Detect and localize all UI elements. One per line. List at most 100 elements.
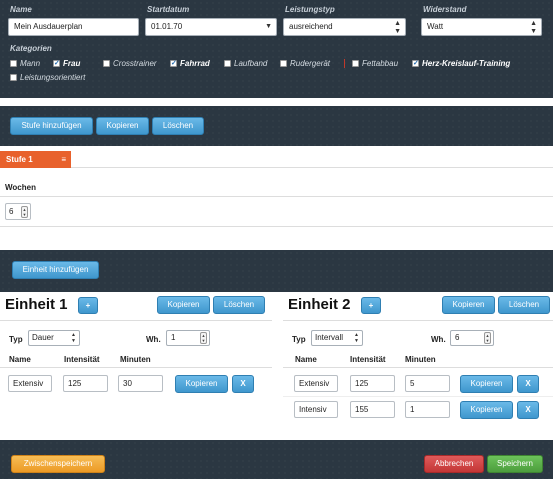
unit-1-delete-button[interactable]: Löschen — [213, 296, 265, 314]
unit-2-row-1-copy-button[interactable]: Kopieren — [460, 375, 513, 393]
weeks-label: Wochen — [5, 183, 36, 192]
stepper-arrows-icon[interactable]: ▲ ▼ — [200, 332, 207, 344]
updown-arrows-icon: ▲ ▼ — [71, 332, 76, 344]
checkbox-icon[interactable] — [10, 60, 17, 67]
add-stage-button[interactable]: Stufe hinzufügen — [10, 117, 93, 135]
list-icon[interactable]: ≡ — [61, 151, 66, 168]
stage-tab[interactable]: Stufe 1 ≡ — [0, 151, 71, 168]
checkbox-icon[interactable] — [352, 60, 359, 67]
check-icon[interactable]: ✓ — [53, 60, 60, 67]
unit-1-row-1-intensity[interactable]: 125 — [63, 375, 108, 392]
unit-2-row-rule — [283, 396, 553, 397]
checkbox-icon[interactable] — [103, 60, 110, 67]
add-unit-button[interactable]: Einheit hinzufügen — [12, 261, 99, 279]
unit-1-wh-label: Wh. — [146, 335, 161, 344]
unit-2-row-2-remove-button[interactable]: X — [517, 401, 539, 419]
unit-2-delete-button[interactable]: Löschen — [498, 296, 550, 314]
delete-stage-button[interactable]: Löschen — [152, 117, 204, 135]
unit-2-title: Einheit 2 — [288, 296, 351, 313]
checkbox-icon[interactable] — [280, 60, 287, 67]
stepper-arrows-icon[interactable]: ▲ ▼ — [21, 206, 28, 218]
resistance-value: Watt — [427, 22, 444, 31]
unit-2-wh-stepper[interactable]: 6 ▲ ▼ — [450, 330, 494, 346]
performance-type-select[interactable]: ausreichend ▲ ▼ — [283, 18, 406, 36]
unit-1-add-button[interactable]: + — [78, 297, 98, 314]
unit-1-cols-rule — [0, 367, 272, 368]
cancel-button[interactable]: Abbrechen — [424, 455, 484, 473]
unit-2-row-1-intensity[interactable]: 125 — [350, 375, 395, 392]
name-input[interactable]: Mein Ausdauerplan — [8, 18, 139, 36]
category-leistungsorientiert[interactable]: Leistungsorientiert — [10, 73, 85, 82]
start-date-value: 01.01.70 — [151, 22, 183, 31]
unit-2-cols-rule — [283, 367, 553, 368]
unit-2-type-value: Intervall — [315, 333, 344, 342]
unit-1-row-1-name[interactable]: Extensiv — [8, 375, 52, 392]
category-fahrrad[interactable]: ✓ Fahrrad — [170, 59, 210, 68]
category-frau[interactable]: ✓ Frau — [53, 59, 80, 68]
stage-panel: Stufe 1 ≡ Wochen 6 ▲ ▼ — [0, 146, 553, 250]
weeks-bottom-rule — [0, 226, 553, 227]
unit-1-wh-value: 1 — [171, 333, 176, 342]
unit-1-col-name: Name — [9, 355, 31, 364]
copy-stage-button[interactable]: Kopieren — [96, 117, 149, 135]
unit-1-type-select[interactable]: Dauer ▲ ▼ — [28, 330, 80, 346]
unit-2-row-2-copy-button[interactable]: Kopieren — [460, 401, 513, 419]
category-fettabbau[interactable]: Fettabbau — [352, 59, 398, 68]
check-icon[interactable]: ✓ — [412, 60, 419, 67]
unit-2-row-2-intensity[interactable]: 155 — [350, 401, 395, 418]
category-crosstrainer[interactable]: Crosstrainer — [103, 59, 157, 68]
units-panel: Einheit 1 + Kopieren Löschen Typ Dauer ▲… — [0, 292, 553, 440]
stage-tab-label: Stufe 1 — [6, 155, 33, 164]
unit-2-col-minutes: Minuten — [405, 355, 436, 364]
unit-2-type-select[interactable]: Intervall ▲ ▼ — [311, 330, 363, 346]
category-mann[interactable]: Mann — [10, 59, 40, 68]
category-rudergeraet[interactable]: Rudergerät — [280, 59, 330, 68]
chevron-down-icon: ▼ — [265, 23, 272, 30]
category-divider — [344, 59, 345, 68]
category-herz-kreislauf[interactable]: ✓ Herz-Kreislauf-Training — [412, 59, 510, 68]
unit-1-row-1-copy-button[interactable]: Kopieren — [175, 375, 228, 393]
category-laufband[interactable]: Laufband — [224, 59, 267, 68]
unit-2-row-1-remove-button[interactable]: X — [517, 375, 539, 393]
checkbox-icon[interactable] — [10, 74, 17, 81]
resistance-select[interactable]: Watt ▲ ▼ — [421, 18, 542, 36]
stage-toolbar: Stufe hinzufügen Kopieren Löschen — [0, 106, 553, 146]
check-icon[interactable]: ✓ — [170, 60, 177, 67]
unit-1-header-rule — [0, 320, 272, 321]
unit-1-col-minutes: Minuten — [120, 355, 151, 364]
weeks-stepper[interactable]: 6 ▲ ▼ — [5, 203, 31, 220]
unit-1-wh-stepper[interactable]: 1 ▲ ▼ — [166, 330, 210, 346]
updown-arrows-icon: ▲ ▼ — [354, 332, 359, 344]
stepper-arrows-icon[interactable]: ▲ ▼ — [484, 332, 491, 344]
unit-2-add-button[interactable]: + — [361, 297, 381, 314]
unit-2-col-intensity: Intensität — [350, 355, 386, 364]
start-date-select[interactable]: 01.01.70 ▼ — [145, 18, 277, 36]
stage-tab-rule — [71, 167, 553, 168]
unit-2-row-2-name[interactable]: Intensiv — [294, 401, 338, 418]
categories-label: Kategorien — [10, 44, 52, 53]
checkbox-icon[interactable] — [224, 60, 231, 67]
save-temp-button[interactable]: Zwischenspeichern — [11, 455, 105, 473]
resistance-label: Widerstand — [423, 5, 467, 14]
unit-2-row-1-name[interactable]: Extensiv — [294, 375, 338, 392]
updown-arrows-icon: ▲ ▼ — [530, 20, 537, 35]
unit-1-col-intensity: Intensität — [64, 355, 100, 364]
performance-type-value: ausreichend — [289, 22, 333, 31]
plan-header-panel: Name Mein Ausdauerplan Startdatum 01.01.… — [0, 0, 553, 98]
save-button[interactable]: Speichern — [487, 455, 543, 473]
unit-2-type-label: Typ — [292, 335, 306, 344]
unit-1-type-value: Dauer — [32, 333, 54, 342]
unit-2-wh-value: 6 — [455, 333, 460, 342]
performance-type-label: Leistungstyp — [285, 5, 335, 14]
unit-1-row-1-minutes[interactable]: 30 — [118, 375, 163, 392]
unit-2-copy-button[interactable]: Kopieren — [442, 296, 495, 314]
unit-1-row-1-remove-button[interactable]: X — [232, 375, 254, 393]
unit-2-row-1-minutes[interactable]: 5 — [405, 375, 450, 392]
unit-2-wh-label: Wh. — [431, 335, 446, 344]
unit-2-row-2-minutes[interactable]: 1 — [405, 401, 450, 418]
footer-bar: Zwischenspeichern Abbrechen Speichern — [0, 440, 553, 479]
weeks-rule — [0, 196, 553, 197]
unit-2-col-name: Name — [295, 355, 317, 364]
unit-1-copy-button[interactable]: Kopieren — [157, 296, 210, 314]
unit-1-title: Einheit 1 — [5, 296, 68, 313]
